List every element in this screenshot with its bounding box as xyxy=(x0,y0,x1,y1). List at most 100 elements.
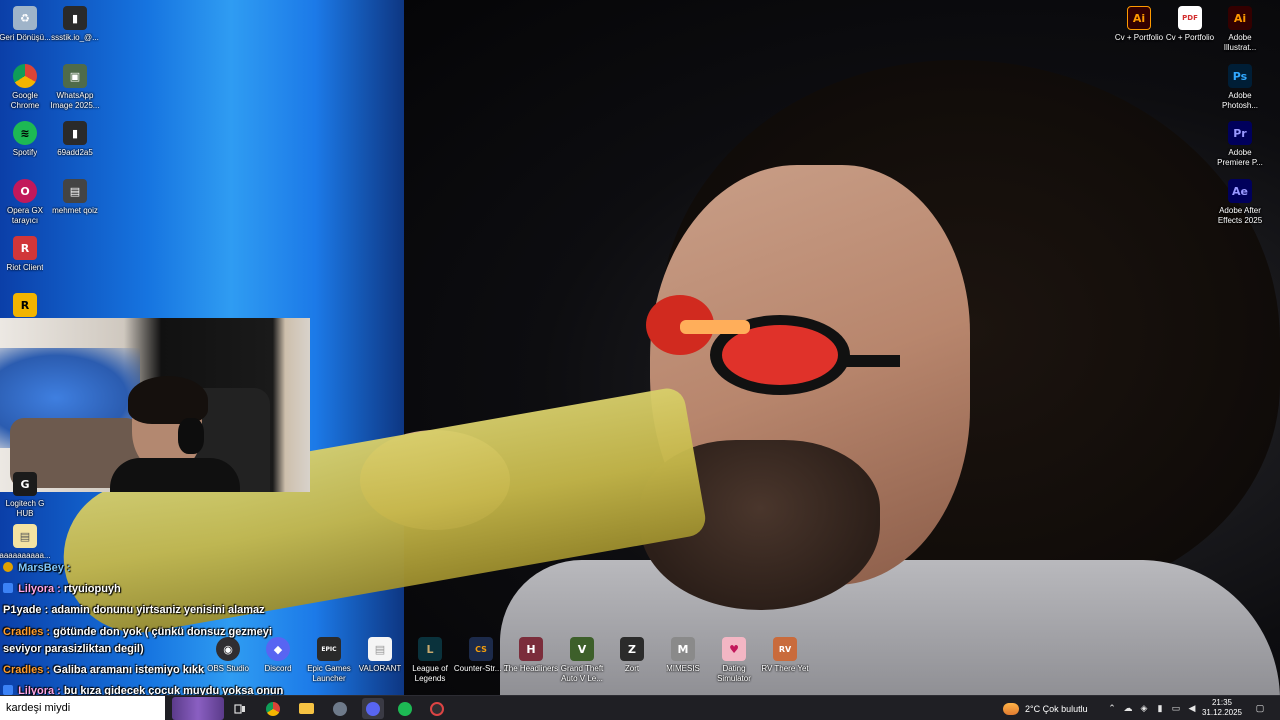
chat-username: Cradles : xyxy=(3,626,51,638)
illustrator-icon: Ai xyxy=(1228,6,1252,30)
cloud-icon[interactable]: ☁ xyxy=(1122,702,1134,714)
desktop-icon-rv-there-yet[interactable]: RV RV There Yet xyxy=(757,637,813,674)
chat-message: P1yade : adamin donunu yirtsaniz yenisin… xyxy=(3,604,265,616)
logitech-icon: G xyxy=(13,472,37,496)
microphone-icon[interactable]: ▮ xyxy=(1154,702,1166,714)
notification-icon[interactable]: ▢ xyxy=(1254,702,1266,714)
text-file-icon: ▤ xyxy=(13,524,37,548)
facecam-person-shirt xyxy=(110,458,240,492)
chat-username: MarsBey : xyxy=(18,562,71,574)
mimesis-icon: M xyxy=(671,637,695,661)
desktop-icon-riot-client[interactable]: R Riot Client xyxy=(0,236,53,273)
desktop-icon-ssstik[interactable]: ▮ ssstik.io_@... xyxy=(47,6,103,43)
folder-icon: ▤ xyxy=(63,179,87,203)
task-view-icon[interactable] xyxy=(229,698,251,719)
chevron-up-icon[interactable]: ⌃ xyxy=(1106,702,1118,714)
chrome-taskbar-icon[interactable] xyxy=(262,698,284,719)
desktop-icon-rockstar[interactable]: R xyxy=(0,293,53,317)
desktop-icon-label: The Headliners xyxy=(503,664,559,673)
desktop-icon-cv-portfolio-pdf[interactable]: PDF Cv + Portfolio xyxy=(1162,6,1218,43)
rv-there-yet-icon: RV xyxy=(773,637,797,661)
desktop-icon-dating-simulator[interactable]: ♥ Dating Simulator xyxy=(706,637,762,684)
network-icon[interactable]: ▭ xyxy=(1170,702,1182,714)
security-icon[interactable]: ◈ xyxy=(1138,702,1150,714)
desktop-icon-label: Cv + Portfolio xyxy=(1165,33,1215,42)
desktop-icon-label: 69add2a5 xyxy=(57,148,93,157)
chat-username: Cradles : xyxy=(3,664,51,676)
app-taskbar-icon[interactable] xyxy=(329,698,351,719)
dating-simulator-icon: ♥ xyxy=(722,637,746,661)
weather-widget[interactable]: 2°C Çok bulutlu xyxy=(1003,699,1088,719)
chat-message: MarsBey : xyxy=(3,562,71,574)
riot-client-icon: R xyxy=(13,236,37,260)
clock-time: 21:35 xyxy=(1211,698,1233,707)
pdf-file-icon: PDF xyxy=(1178,6,1202,30)
desktop-icon-label: Geri Dönüşü... xyxy=(0,33,51,42)
zort-icon: Z xyxy=(620,637,644,661)
desktop-icon-gta-v[interactable]: V Grand Theft Auto V Le... xyxy=(554,637,610,684)
facecam-overlay xyxy=(0,318,310,492)
premiere-icon: Pr xyxy=(1228,121,1252,145)
desktop-icon-label: Adobe After Effects 2025 xyxy=(1217,206,1263,225)
illustrator-file-icon: Ai xyxy=(1127,6,1151,30)
desktop-icon-label: Riot Client xyxy=(6,263,44,272)
desktop-icon-chrome[interactable]: Google Chrome xyxy=(0,64,53,111)
desktop-icon-label: Google Chrome xyxy=(10,91,40,110)
taskbar-search-box[interactable]: kardeşi miydi xyxy=(0,696,165,720)
subscriber-badge-icon xyxy=(3,562,13,572)
desktop-icon-adobe-illustrator[interactable]: Ai Adobe Illustrat... xyxy=(1212,6,1268,53)
desktop-icon-cv-portfolio-ai[interactable]: Ai Cv + Portfolio xyxy=(1111,6,1167,43)
discord-taskbar-icon[interactable] xyxy=(362,698,384,719)
desktop-icon-label: WhatsApp Image 2025... xyxy=(50,91,100,110)
counter-strike-icon: CS xyxy=(469,637,493,661)
gta-v-icon: V xyxy=(570,637,594,661)
clock-date: 31.12.2025 xyxy=(1201,708,1243,717)
desktop-icon-logitech-ghub[interactable]: G Logitech G HUB xyxy=(0,472,53,519)
desktop-icon-adobe-photoshop[interactable]: Ps Adobe Photosh... xyxy=(1212,64,1268,111)
moderator-badge-icon xyxy=(3,685,13,695)
weather-text: 2°C Çok bulutlu xyxy=(1025,704,1088,714)
desktop-icon-recycle-bin[interactable]: ♻ Geri Dönüşü... xyxy=(0,6,53,43)
video-file-icon: ▮ xyxy=(63,121,87,145)
desktop-icon-label: Adobe Illustrat... xyxy=(1223,33,1257,52)
desktop-icon-label: Zort xyxy=(624,664,640,673)
desktop-icon-zort[interactable]: Z Zort xyxy=(604,637,660,674)
desktop-icon-label: ssstik.io_@... xyxy=(51,33,99,42)
desktop-icon-label: Dating Simulator xyxy=(717,664,751,683)
obs-taskbar-icon[interactable] xyxy=(426,698,448,719)
spotify-icon: ≋ xyxy=(13,121,37,145)
chat-text: Galiba aramanı istemiyo kıkk xyxy=(53,664,205,676)
desktop-icon-whatsapp-image[interactable]: ▣ WhatsApp Image 2025... xyxy=(47,64,103,111)
desktop-icon-opera-gx[interactable]: O Opera GX tarayıcı xyxy=(0,179,53,226)
desktop-icon-label: RV There Yet xyxy=(761,664,809,673)
desktop-icon-label: Logitech G HUB xyxy=(5,499,45,518)
chat-text: götünde don yok ( çünkü donsuz gezmeyi xyxy=(53,626,272,638)
desktop-icon-69add2a5[interactable]: ▮ 69add2a5 xyxy=(47,121,103,158)
desktop-icon-mimesis[interactable]: M MIMESIS xyxy=(655,637,711,674)
desktop-icon-adobe-premiere[interactable]: Pr Adobe Premiere P... xyxy=(1212,121,1268,168)
chat-username: P1yade : xyxy=(3,604,49,616)
taskbar: kardeşi miydi 2°C Çok bulutlu ⌃ ☁ ◈ ▮ ▭ … xyxy=(0,695,1280,720)
streamer-hoodie xyxy=(500,560,1280,700)
spotify-taskbar-icon[interactable] xyxy=(394,698,416,719)
chat-text: adamin donunu yirtsaniz yenisini alamaz xyxy=(51,604,265,616)
desktop-icon-label: Opera GX tarayıcı xyxy=(6,206,43,225)
taskbar-widget-thumbnail[interactable] xyxy=(172,697,224,720)
facecam-person-hair xyxy=(128,376,208,424)
red-sunglasses xyxy=(646,295,900,395)
desktop-icon-the-headliners[interactable]: H The Headliners xyxy=(503,637,559,674)
desktop-icon-spotify[interactable]: ≋ Spotify xyxy=(0,121,53,158)
desktop-icon-counter-strike-2[interactable]: CS Counter-Str... 2 xyxy=(453,637,509,674)
moderator-badge-icon xyxy=(3,583,13,593)
after-effects-icon: Ae xyxy=(1228,179,1252,203)
desktop-icon-text-file[interactable]: ▤ aaaaaaaaaa... xyxy=(0,524,53,561)
headphones-icon xyxy=(178,418,204,454)
desktop-icon-mehmet-qoiz[interactable]: ▤ mehmet qoiz xyxy=(47,179,103,216)
desktop-icon-adobe-after-effects[interactable]: Ae Adobe After Effects 2025 xyxy=(1212,179,1268,226)
taskbar-clock[interactable]: 21:35 31.12.2025 xyxy=(1196,698,1248,718)
chat-text: rtyuiopuyh xyxy=(63,583,121,595)
stream-chat-overlay: MarsBey : Lilyora : rtyuiopuyh P1yade : … xyxy=(0,560,420,700)
file-explorer-icon[interactable] xyxy=(295,698,317,719)
chat-message: Cradles : Galiba aramanı istemiyo kıkk xyxy=(3,664,204,676)
chat-message: Cradles : götünde don yok ( çünkü donsuz… xyxy=(3,626,272,638)
